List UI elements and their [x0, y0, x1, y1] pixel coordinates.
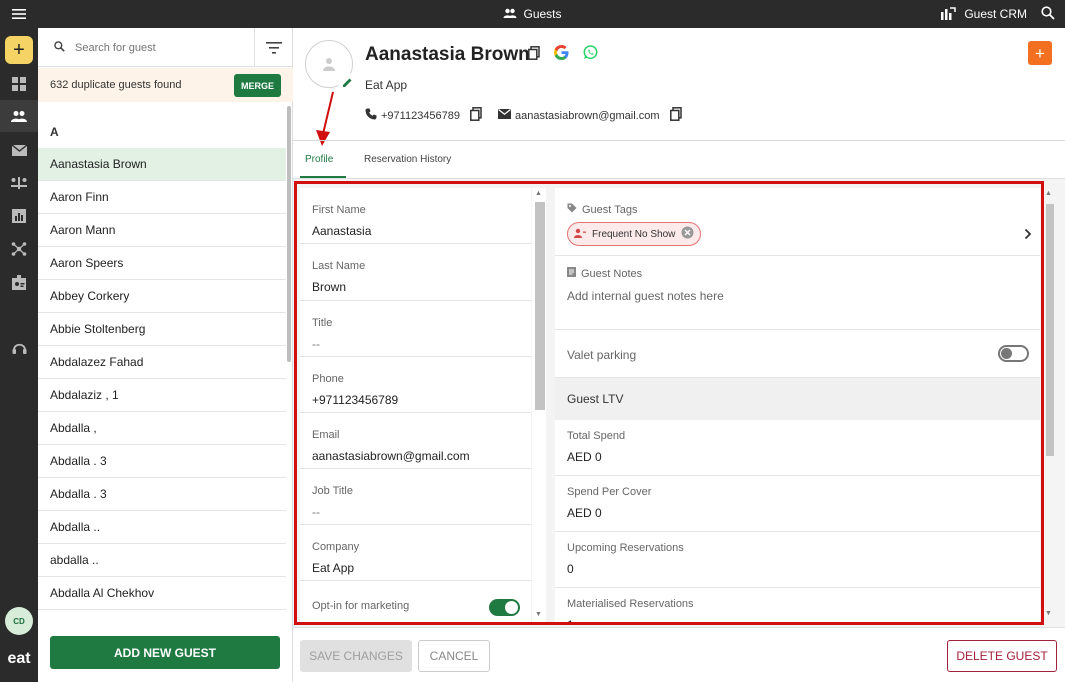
list-item[interactable]: Aaron Finn: [38, 181, 286, 214]
guest-email: aanastasiabrown@gmail.com: [515, 109, 660, 122]
list-item[interactable]: Abdalla ,: [38, 412, 286, 445]
scroll-up-icon[interactable]: ▲: [1045, 190, 1052, 197]
list-item[interactable]: Abbie Stoltenberg: [38, 313, 286, 346]
list-item[interactable]: Abdalazez Fahad: [38, 346, 286, 379]
crm-logo-icon: [940, 6, 957, 23]
save-changes-button[interactable]: SAVE CHANGES: [300, 640, 412, 672]
search-bar: [38, 28, 293, 67]
name-actions: [528, 45, 598, 63]
profile-badge-icon[interactable]: [0, 266, 38, 298]
section-letter: A: [50, 125, 59, 139]
list-item[interactable]: Abbey Corkery: [38, 280, 286, 313]
reports-icon[interactable]: [0, 200, 38, 232]
list-item[interactable]: Aaron Speers: [38, 247, 286, 280]
side-nav: + CD eat: [0, 28, 38, 682]
contact-info: +971123456789 aanastasiabrown@gmail.com: [365, 107, 682, 124]
guests-nav-icon[interactable]: [0, 100, 38, 132]
list-item[interactable]: Abdalaziz , 1: [38, 379, 286, 412]
list-item[interactable]: Abdalla ..: [38, 511, 286, 544]
info-scrollbar[interactable]: ▲ ▼: [1043, 188, 1055, 622]
search-field: [38, 28, 255, 67]
guest-phone: +971123456789: [381, 109, 461, 122]
integrations-icon[interactable]: [0, 233, 38, 265]
list-item[interactable]: Abdalla . 3: [38, 478, 286, 511]
phone-icon: [365, 108, 377, 123]
scroll-thumb[interactable]: [1046, 204, 1054, 456]
list-scrollbar[interactable]: [287, 106, 291, 362]
add-icon[interactable]: +: [5, 36, 33, 64]
product-name: Guest CRM: [964, 7, 1027, 21]
guest-company: Eat App: [365, 78, 408, 92]
guest-list-panel: 632 duplicate guests found MERGE A Aanas…: [38, 28, 293, 682]
quick-add-button[interactable]: +: [1028, 41, 1052, 65]
search-icon[interactable]: [1041, 5, 1055, 23]
duplicates-text: 632 duplicate guests found: [50, 79, 182, 91]
google-icon[interactable]: [554, 45, 569, 63]
add-new-guest-button[interactable]: ADD NEW GUEST: [50, 636, 280, 669]
scroll-down-icon[interactable]: ▼: [1045, 610, 1052, 617]
header-divider: [293, 140, 1065, 141]
whatsapp-icon[interactable]: [583, 45, 598, 63]
list-item[interactable]: Abdalla Al Chekhov: [38, 577, 286, 610]
copy-name-icon[interactable]: [528, 45, 540, 63]
guest-detail-panel: Aanastasia Brown Eat App +971123456789 a…: [293, 28, 1065, 682]
filter-icon[interactable]: [263, 37, 285, 59]
brand-logo: eat: [7, 650, 31, 667]
page-title: Guests: [523, 7, 562, 21]
page-title-area: Guests: [0, 0, 1065, 28]
support-headset-icon[interactable]: [0, 332, 38, 364]
search-icon: [54, 40, 65, 55]
tab-reservation-history[interactable]: Reservation History: [364, 154, 451, 165]
list-item[interactable]: Aaron Mann: [38, 214, 286, 247]
top-bar: Guests Guest CRM: [0, 0, 1065, 28]
dashboard-icon[interactable]: [0, 68, 38, 100]
duplicates-banner: 632 duplicate guests found MERGE: [38, 68, 293, 102]
annotation-arrow: [313, 90, 343, 153]
copy-email-icon[interactable]: [669, 107, 682, 124]
action-footer: SAVE CHANGES CANCEL DELETE GUEST: [293, 627, 1065, 682]
highlight-box: [294, 181, 1044, 625]
list-item[interactable]: Aanastasia Brown: [38, 148, 286, 181]
edit-photo-icon[interactable]: [338, 73, 356, 91]
avatar[interactable]: CD: [5, 607, 33, 635]
merge-button[interactable]: MERGE: [234, 74, 281, 97]
delete-guest-button[interactable]: DELETE GUEST: [947, 640, 1057, 672]
guest-name: Aanastasia Brown: [365, 44, 530, 65]
email-icon: [498, 108, 512, 122]
cancel-button[interactable]: CANCEL: [418, 640, 490, 672]
guests-icon: [503, 7, 517, 21]
copy-phone-icon[interactable]: [470, 107, 482, 124]
floorplan-icon[interactable]: [0, 167, 38, 199]
mail-icon[interactable]: [0, 134, 38, 166]
search-input[interactable]: [75, 41, 235, 54]
list-item[interactable]: abdalla ..: [38, 544, 286, 577]
tab-profile[interactable]: Profile: [305, 154, 333, 165]
list-item[interactable]: Abdalla . 3: [38, 445, 286, 478]
